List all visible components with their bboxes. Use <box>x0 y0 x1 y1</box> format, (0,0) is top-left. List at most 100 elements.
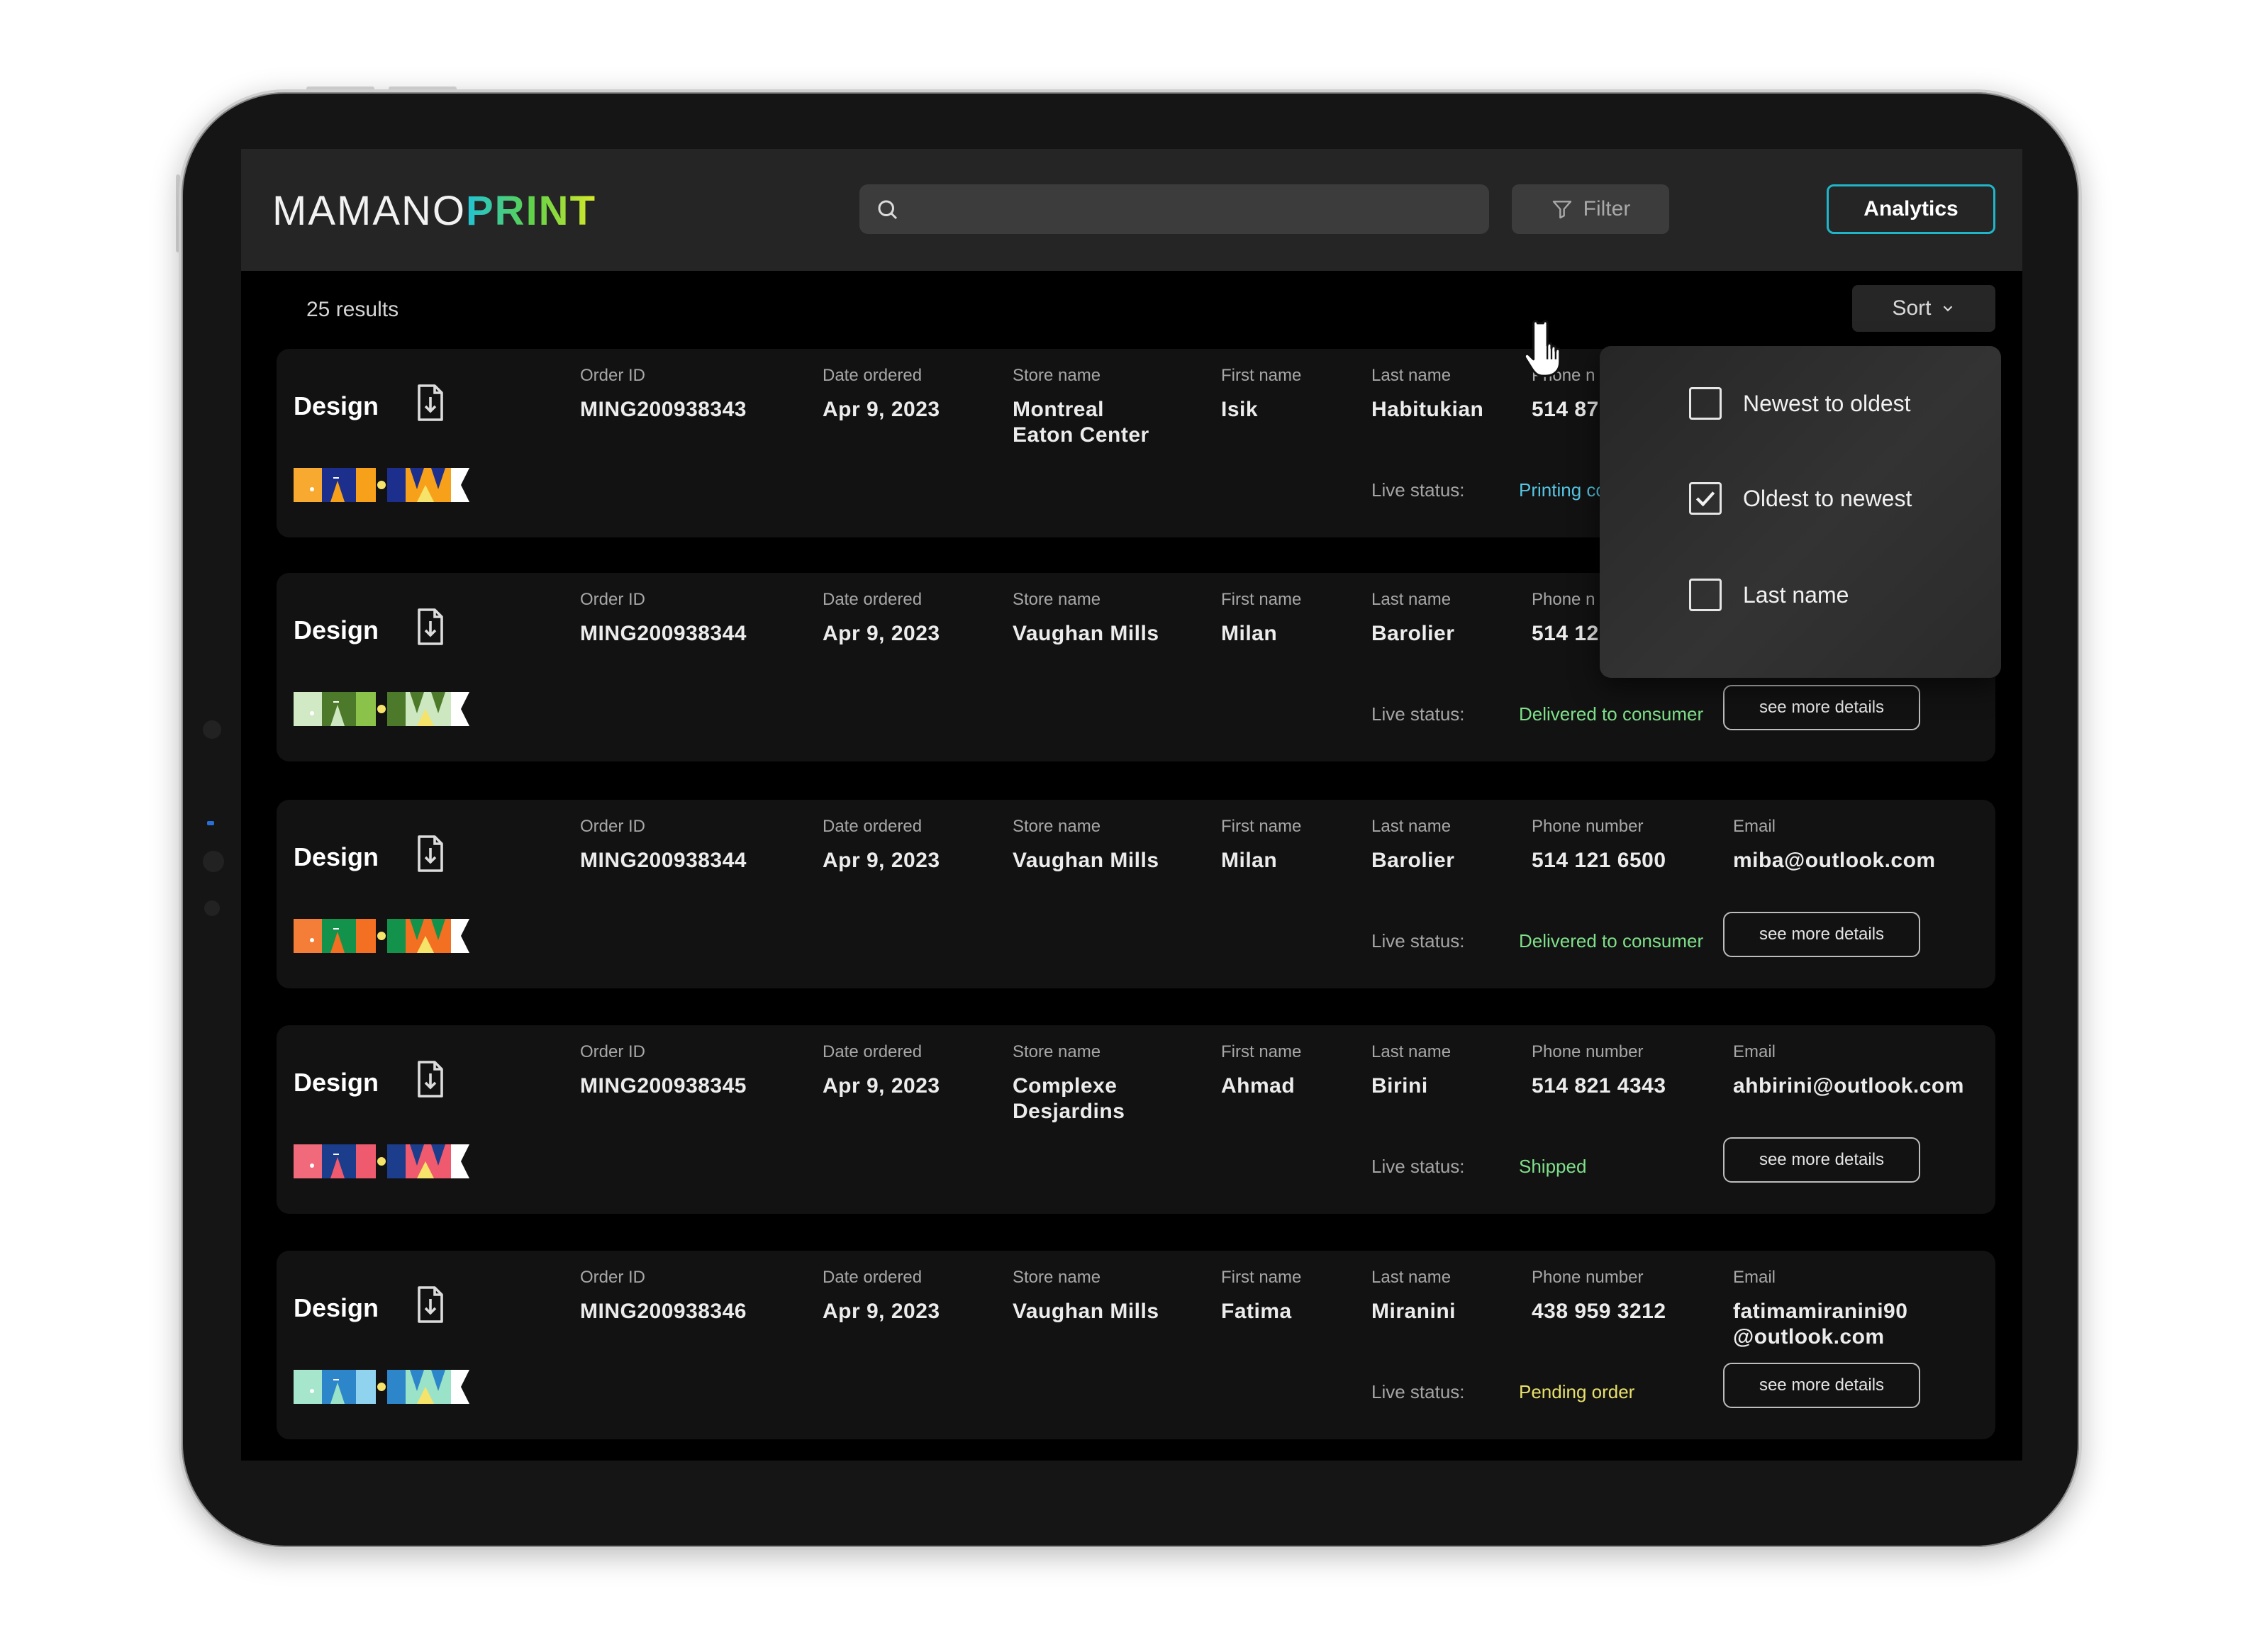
download-file-icon[interactable] <box>413 834 448 874</box>
last-label: Last name <box>1371 817 1452 836</box>
design-label: Design <box>294 1068 379 1097</box>
store-value: Complexe Desjardins <box>1013 1074 1125 1123</box>
last-value: Habitukian <box>1371 398 1484 421</box>
search-icon <box>878 200 898 220</box>
chevron-down-icon <box>1943 306 1952 312</box>
camera-dot <box>203 720 221 739</box>
sort-option-label: Last name <box>1743 581 1849 608</box>
see-more-details-button[interactable]: see more details <box>1723 912 1920 957</box>
date-label: Date ordered <box>823 590 923 609</box>
download-file-icon[interactable] <box>413 607 448 647</box>
last-label: Last name <box>1371 366 1452 385</box>
design-thumbnail[interactable] <box>294 919 469 953</box>
phone-label: Phone number <box>1532 1268 1644 1287</box>
phone-value: 514 121 6500 <box>1532 849 1666 872</box>
filter-label: Filter <box>1583 197 1631 221</box>
email-label: Email <box>1733 1268 1776 1287</box>
checkbox-unchecked[interactable] <box>1689 387 1722 420</box>
design-thumbnail[interactable] <box>294 1370 469 1404</box>
see-more-details-button[interactable]: see more details <box>1723 1363 1920 1408</box>
first-label: First name <box>1221 366 1302 385</box>
order_id-label: Order ID <box>580 590 646 609</box>
sort-label: Sort <box>1892 296 1932 320</box>
last-value: Miranini <box>1371 1300 1456 1323</box>
date-value: Apr 9, 2023 <box>823 849 940 872</box>
last-value: Barolier <box>1371 849 1455 872</box>
store-label: Store name <box>1013 817 1101 836</box>
first-label: First name <box>1221 817 1302 836</box>
store-label: Store name <box>1013 366 1101 385</box>
last-value: Barolier <box>1371 622 1455 645</box>
live-status-label: Live status: <box>1371 1156 1465 1177</box>
sort-button[interactable]: Sort <box>1852 285 1995 332</box>
order_id-value: MING200938346 <box>580 1300 747 1323</box>
order-card[interactable]: Design Order ID MING200938344 Date ordered A… <box>277 800 1995 988</box>
live-status-label: Live status: <box>1371 930 1465 951</box>
last-label: Last name <box>1371 1268 1452 1287</box>
filter-button[interactable]: Filter <box>1512 184 1669 234</box>
order-card[interactable]: Design Order ID MING200938346 Date ordered A… <box>277 1251 1995 1439</box>
date-label: Date ordered <box>823 1268 923 1287</box>
design-label: Design <box>294 615 379 644</box>
checkbox-checked[interactable] <box>1689 482 1722 515</box>
last-label: Last name <box>1371 1042 1452 1061</box>
app-screen: MAMANOPRINT Filter Analytics 25 results … <box>241 149 2022 1461</box>
email-label: Email <box>1733 817 1776 836</box>
brand-logo[interactable]: MAMANOPRINT <box>272 187 596 235</box>
first-value: Isik <box>1221 398 1259 421</box>
download-file-icon[interactable] <box>413 383 448 423</box>
sensor-dot <box>204 900 220 916</box>
design-thumbnail[interactable] <box>294 468 469 502</box>
email-value[interactable]: miba@outlook.com <box>1733 848 1936 874</box>
see-more-details-button[interactable]: see more details <box>1723 1137 1920 1183</box>
checkbox-unchecked[interactable] <box>1689 579 1722 611</box>
email-value[interactable]: fatimamiranini90 @outlook.com <box>1733 1299 1907 1350</box>
sort-dropdown: Newest to oldest Oldest to newest Last n… <box>1600 346 2001 678</box>
live-status-value: Delivered to consumer <box>1519 703 1704 725</box>
phone-value: 514 821 4343 <box>1532 1074 1666 1098</box>
store-value: Vaughan Mills <box>1013 849 1159 872</box>
date-label: Date ordered <box>823 366 923 385</box>
store-label: Store name <box>1013 1042 1101 1061</box>
order_id-label: Order ID <box>580 1042 646 1061</box>
sort-option-label: Newest to oldest <box>1743 390 1911 416</box>
order_id-label: Order ID <box>580 1268 646 1287</box>
design-label: Design <box>294 391 379 420</box>
download-file-icon[interactable] <box>413 1285 448 1324</box>
download-file-icon[interactable] <box>413 1059 448 1099</box>
first-label: First name <box>1221 1042 1302 1061</box>
live-status-value: Pending order <box>1519 1381 1635 1402</box>
check-icon <box>1695 491 1715 507</box>
design-thumbnail[interactable] <box>294 1144 469 1178</box>
order-card[interactable]: Design Order ID MING200938345 Date ordered A… <box>277 1025 1995 1214</box>
design-thumbnail[interactable] <box>294 692 469 726</box>
phone-value: 514 87 <box>1532 398 1599 421</box>
sort-option-oldest[interactable]: Oldest to newest <box>1689 482 1912 515</box>
date-value: Apr 9, 2023 <box>823 622 940 645</box>
sort-option-newest[interactable]: Newest to oldest <box>1689 387 1911 420</box>
last-value: Birini <box>1371 1074 1428 1098</box>
see-more-details-button[interactable]: see more details <box>1723 685 1920 730</box>
first-value: Fatima <box>1221 1300 1292 1323</box>
date-value: Apr 9, 2023 <box>823 1300 940 1323</box>
order_id-value: MING200938344 <box>580 622 747 645</box>
store-value: Vaughan Mills <box>1013 1300 1159 1323</box>
sort-option-lastname[interactable]: Last name <box>1689 579 1849 611</box>
analytics-button[interactable]: Analytics <box>1827 184 1995 234</box>
store-label: Store name <box>1013 1268 1101 1287</box>
email-value[interactable]: ahbirini@outlook.com <box>1733 1073 1964 1099</box>
order_id-label: Order ID <box>580 817 646 836</box>
phone-label: Phone number <box>1532 1042 1644 1061</box>
date-value: Apr 9, 2023 <box>823 1074 940 1098</box>
search-input[interactable] <box>859 184 1489 234</box>
live-status-value: Shipped <box>1519 1156 1587 1177</box>
phone-label: Phone number <box>1532 817 1644 836</box>
filter-icon <box>1552 201 1571 219</box>
results-count: 25 results <box>306 298 399 321</box>
last-label: Last name <box>1371 590 1452 609</box>
first-label: First name <box>1221 590 1302 609</box>
design-label: Design <box>294 842 379 871</box>
order_id-label: Order ID <box>580 366 646 385</box>
sensor-dot <box>203 851 224 872</box>
logo-text-part2: PRINT <box>466 188 596 234</box>
